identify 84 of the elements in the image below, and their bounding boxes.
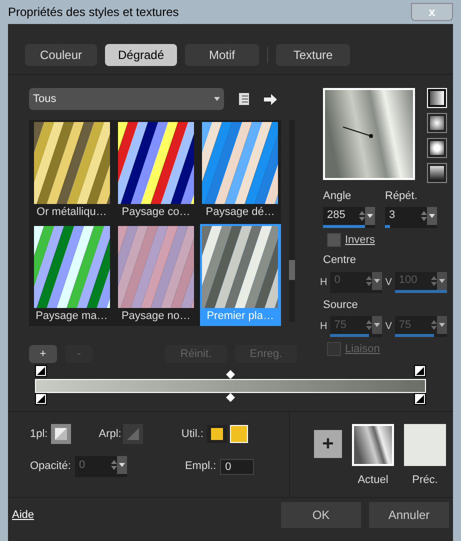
- color-swatch[interactable]: [123, 424, 144, 444]
- gradient-name: Paysage ma…: [36, 309, 108, 324]
- axis-label: V: [385, 320, 392, 334]
- stop-marker-icon[interactable]: [414, 365, 426, 379]
- group-label: Source: [323, 298, 359, 312]
- field-label: Arpl:: [98, 426, 122, 442]
- axis-label: V: [385, 276, 392, 290]
- document-icon[interactable]: [238, 93, 250, 105]
- dropdown-icon: [365, 206, 375, 224]
- arrow-icon[interactable]: [264, 94, 277, 104]
- field-value: 0: [333, 273, 342, 288]
- tab[interactable]: Texture: [276, 44, 350, 66]
- checkbox-label: Liaison: [345, 342, 380, 357]
- group-label: Centre: [323, 253, 358, 268]
- gradient-name: Paysage co…: [122, 205, 190, 220]
- field-value: 75: [333, 318, 348, 333]
- field-value: 0: [78, 458, 86, 473]
- category-dropdown[interactable]: Tous: [29, 88, 224, 110]
- gradient-name: Paysage dé…: [206, 205, 275, 220]
- stop-marker-icon[interactable]: [35, 393, 47, 407]
- color-swatch[interactable]: [230, 425, 248, 443]
- field-label: 1pl:: [30, 426, 48, 442]
- gradient-style-button[interactable]: [427, 163, 447, 183]
- tab[interactable]: Motif: [185, 44, 259, 66]
- checkbox[interactable]: [327, 232, 341, 247]
- tab[interactable]: Couleur: [25, 44, 97, 66]
- gradient-item[interactable]: Paysage ma…: [31, 224, 112, 326]
- field-value: 100: [398, 273, 418, 288]
- gradient-name: Paysage no…: [121, 309, 191, 324]
- field-value: 75: [398, 318, 412, 333]
- spin-arrows-icon: [430, 320, 437, 330]
- gradient-item[interactable]: Paysage co…: [115, 120, 197, 222]
- add-button[interactable]: +: [314, 430, 342, 458]
- number-field[interactable]: 3: [385, 206, 437, 228]
- axis-label: H: [320, 320, 328, 334]
- swatch-label: Préc.: [412, 473, 438, 488]
- current-swatch[interactable]: [352, 424, 394, 466]
- tab[interactable]: Dégradé: [105, 44, 177, 66]
- gradient-item[interactable]: Paysage dé…: [200, 120, 281, 222]
- spin-arrows-icon: [421, 210, 427, 220]
- checkbox-label: Invers: [345, 232, 375, 248]
- field-label: Angle: [323, 189, 352, 204]
- cancel-button[interactable]: Annuler: [369, 502, 449, 528]
- scrollbar-thumb[interactable]: [289, 260, 295, 280]
- dropdown-icon: [372, 316, 382, 334]
- field-label: Opacité:: [30, 459, 71, 474]
- color-swatch[interactable]: [207, 425, 228, 443]
- field-value: 285: [326, 208, 346, 224]
- ok-button[interactable]: OK: [281, 502, 361, 528]
- spin-arrows-icon: [110, 460, 117, 470]
- window-title: Propriétés des styles et textures: [8, 4, 179, 21]
- spin-arrows-icon: [430, 276, 437, 286]
- dropdown-icon: [372, 272, 382, 290]
- gradient-item[interactable]: Or métalliqu…: [31, 120, 112, 222]
- gradient-style-button[interactable]: [427, 138, 447, 158]
- spin-arrows-icon: [359, 210, 365, 220]
- spin-arrows-icon: [366, 320, 372, 330]
- dropdown-icon: [436, 316, 447, 334]
- stop-marker-icon[interactable]: [414, 393, 426, 407]
- axis-label: H: [320, 276, 328, 290]
- gradient-preview[interactable]: [323, 88, 415, 180]
- gradient-item[interactable]: Paysage no…: [115, 224, 197, 326]
- swatch-label: Actuel: [358, 473, 388, 488]
- number-field[interactable]: 285: [323, 206, 375, 228]
- gradient-bar[interactable]: [35, 379, 426, 393]
- gradient-name: Premier pla…: [206, 309, 274, 324]
- field-label: Empl.:: [184, 459, 216, 474]
- help-link[interactable]: Aide: [12, 506, 34, 524]
- gradient-name: Or métalliqu…: [36, 205, 107, 220]
- spin-arrows-icon: [366, 276, 372, 286]
- dropdown-icon: [436, 272, 447, 290]
- dropdown-icon: [214, 97, 220, 101]
- field-value: 3: [388, 208, 396, 224]
- dropdown-icon: [116, 456, 127, 474]
- field-label: Répét.: [385, 189, 418, 204]
- gradient-style-button[interactable]: [427, 113, 447, 133]
- input-field[interactable]: 0: [220, 458, 254, 474]
- previous-swatch[interactable]: [404, 424, 446, 466]
- field-label: Util.:: [181, 426, 204, 442]
- scrollbar[interactable]: [289, 120, 295, 322]
- stop-marker-icon[interactable]: [35, 365, 47, 379]
- color-swatch[interactable]: [50, 424, 71, 444]
- list-button[interactable]: +: [29, 345, 57, 363]
- dropdown-icon: [427, 206, 437, 224]
